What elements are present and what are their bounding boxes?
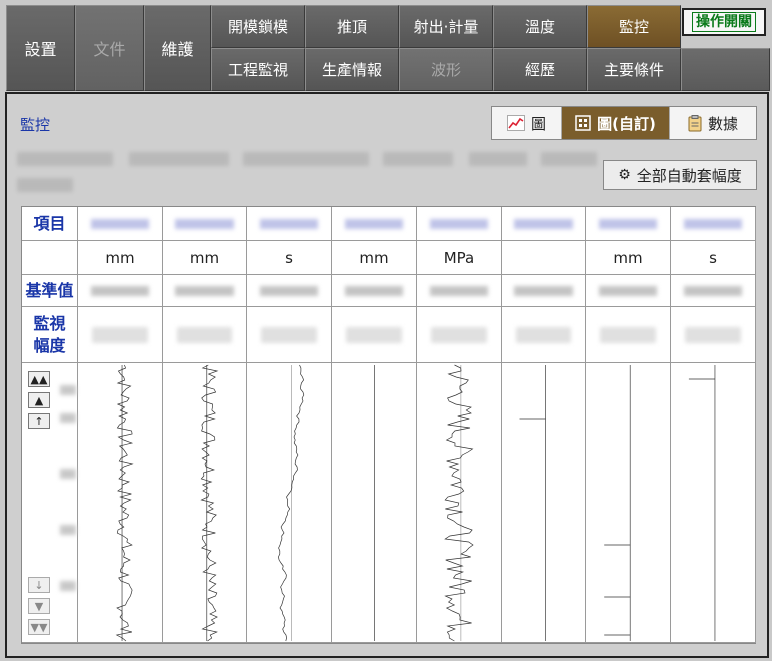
blurred-info	[383, 152, 453, 166]
operation-toggle-label: 操作開關	[692, 12, 756, 32]
tab-history[interactable]: 經歷	[493, 48, 587, 91]
view-data-label: 數據	[707, 114, 738, 133]
clipboard-icon	[688, 114, 702, 131]
tab-empty-slot	[681, 48, 770, 91]
waveform-area	[115, 364, 716, 642]
blurred-info	[243, 152, 369, 166]
auto-range-all-button[interactable]: ⚙ 全部自動套幅度	[603, 160, 757, 190]
view-mode-switch: 圖 圖(自訂) 數據	[491, 106, 757, 140]
blurred-info	[17, 178, 73, 192]
tab-waveform[interactable]: 波形	[399, 48, 493, 91]
grid-icon	[575, 115, 591, 131]
tab-ejector[interactable]: 推頂	[305, 5, 399, 48]
tab-injection-metering[interactable]: 射出‧計量	[399, 5, 493, 48]
tab-production-info[interactable]: 生產情報	[305, 48, 399, 91]
monitor-grid: 項目 基準值 監視幅度 ▲▲ ▲ ↑ ↓ ▼ ▼▼ mm mm s mm MPa mm s	[21, 206, 756, 644]
view-chart-label: 圖	[530, 114, 546, 133]
tab-process-monitor[interactable]: 工程監視	[211, 48, 305, 91]
operation-toggle-button[interactable]: 操作開關	[682, 8, 766, 36]
blurred-info	[469, 152, 527, 166]
line-chart-icon	[506, 115, 525, 131]
tab-monitor[interactable]: 監控	[587, 5, 681, 48]
monitor-panel: 監控 圖 圖(自訂) 數據 ⚙ 全部自動套幅度 項目 基準值 監視幅度 ▲▲ ▲…	[5, 92, 769, 658]
blurred-info	[17, 152, 113, 166]
top-navigation: 設置 文件 維護 開模鎖模 推頂 射出‧計量 溫度 監控 工程監視 生產情報 波…	[0, 0, 772, 92]
tab-temperature[interactable]: 溫度	[493, 5, 587, 48]
blurred-info	[541, 152, 597, 166]
view-chart-button[interactable]: 圖	[492, 107, 562, 139]
tab-main-conditions[interactable]: 主要條件	[587, 48, 681, 91]
tab-maintenance[interactable]: 維護	[144, 5, 211, 91]
view-custom-chart-button[interactable]: 圖(自訂)	[562, 107, 670, 139]
view-data-button[interactable]: 數據	[670, 107, 756, 139]
tab-settings[interactable]: 設置	[6, 5, 75, 91]
page-title: 監控	[20, 116, 51, 134]
auto-range-all-label: 全部自動套幅度	[636, 166, 742, 185]
tab-mold-open-close[interactable]: 開模鎖模	[211, 5, 305, 48]
tab-file[interactable]: 文件	[75, 5, 144, 91]
gear-icon: ⚙	[618, 167, 631, 183]
blurred-info	[129, 152, 229, 166]
view-custom-chart-label: 圖(自訂)	[597, 114, 656, 133]
